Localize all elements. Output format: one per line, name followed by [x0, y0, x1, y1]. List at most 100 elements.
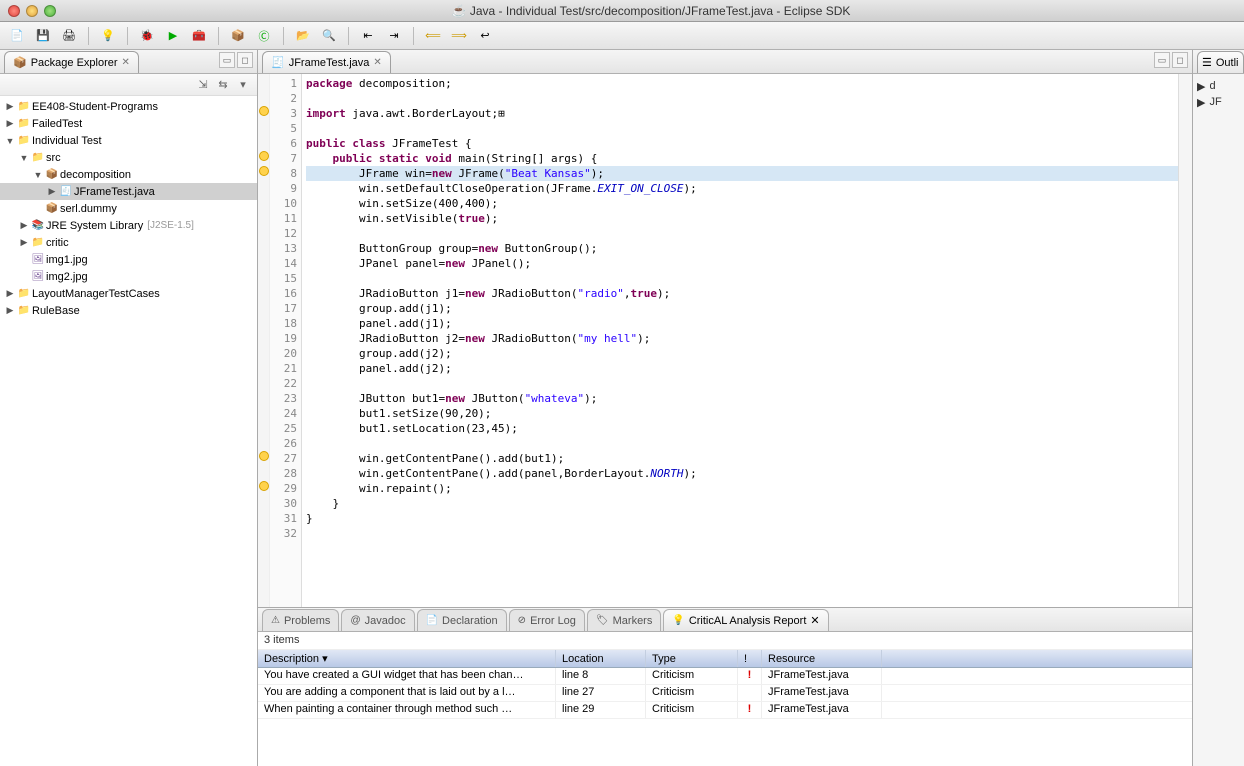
editor-tab[interactable]: 🧾 JFrameTest.java ✕	[262, 51, 391, 73]
code-line[interactable]	[306, 526, 1178, 541]
code-line[interactable]: panel.add(j2);	[306, 361, 1178, 376]
bottom-tab[interactable]: ⊘Error Log	[509, 609, 585, 631]
warning-marker[interactable]	[259, 106, 269, 116]
ext-tools-button[interactable]: 🧰	[188, 26, 210, 46]
annotation-next-button[interactable]: ⇥	[383, 26, 405, 46]
close-icon[interactable]: ✕	[122, 57, 130, 68]
tree-item[interactable]: ▶📁LayoutManagerTestCases	[0, 285, 257, 302]
disclosure-triangle[interactable]: ▼	[18, 153, 30, 163]
bottom-tab[interactable]: 📄Declaration	[417, 609, 507, 631]
disclosure-triangle[interactable]: ▼	[4, 136, 16, 146]
open-type-button[interactable]: 📂	[292, 26, 314, 46]
disclosure-triangle[interactable]: ▼	[32, 170, 44, 180]
disclosure-triangle[interactable]: ▶	[18, 237, 30, 248]
tree-item[interactable]: ▶📁FailedTest	[0, 115, 257, 132]
code-line[interactable]	[306, 226, 1178, 241]
tree-item[interactable]: ▼📁Individual Test	[0, 132, 257, 149]
tree-item[interactable]: ▶📚JRE System Library[J2SE-1.5]	[0, 217, 257, 234]
code-line[interactable]	[306, 91, 1178, 106]
tree-item[interactable]: 🖼img2.jpg	[0, 268, 257, 285]
code-line[interactable]: public class JFrameTest {	[306, 136, 1178, 151]
warning-marker[interactable]	[259, 451, 269, 461]
view-menu-icon[interactable]: ▾	[235, 77, 251, 93]
minimize-editor-button[interactable]: ▭	[1154, 52, 1170, 68]
line-number-gutter[interactable]: 1235678910111213141516171819202122232425…	[270, 74, 302, 607]
code-line[interactable]: import java.awt.BorderLayout;⊞	[306, 106, 1178, 121]
link-editor-icon[interactable]: ⇆	[215, 77, 231, 93]
new-package-button[interactable]: 📦	[227, 26, 249, 46]
bottom-tab[interactable]: 🏷Markers	[587, 609, 661, 631]
code-line[interactable]: but1.setSize(90,20);	[306, 406, 1178, 421]
new-class-button[interactable]: Ⓒ	[253, 26, 275, 46]
package-explorer-tab[interactable]: 📦 Package Explorer ✕	[4, 51, 139, 73]
tree-item[interactable]: ▼📦decomposition	[0, 166, 257, 183]
column-header[interactable]: Resource	[762, 650, 882, 667]
warning-marker[interactable]	[259, 481, 269, 491]
zoom-window-button[interactable]	[44, 5, 56, 17]
disclosure-triangle[interactable]: ▶	[4, 305, 16, 316]
warning-marker[interactable]	[259, 151, 269, 161]
disclosure-triangle[interactable]: ▶	[4, 288, 16, 299]
code-line[interactable]	[306, 376, 1178, 391]
code-line[interactable]	[306, 271, 1178, 286]
debug-button[interactable]: 💡	[97, 26, 119, 46]
disclosure-triangle[interactable]: ▶	[1197, 80, 1205, 93]
last-edit-button[interactable]: ↩	[474, 26, 496, 46]
code-line[interactable]	[306, 121, 1178, 136]
code-line[interactable]: package decomposition;	[306, 76, 1178, 91]
tree-item[interactable]: ▶📁EE408-Student-Programs	[0, 98, 257, 115]
project-tree[interactable]: ▶📁EE408-Student-Programs▶📁FailedTest▼📁In…	[0, 96, 257, 766]
maximize-editor-button[interactable]: ◻	[1172, 52, 1188, 68]
tree-item[interactable]: ▶📁critic	[0, 234, 257, 251]
code-line[interactable]: JRadioButton j1=new JRadioButton("radio"…	[306, 286, 1178, 301]
save-button[interactable]: 💾	[32, 26, 54, 46]
table-row[interactable]: You are adding a component that is laid …	[258, 685, 1192, 702]
code-line[interactable]: public static void main(String[] args) {	[306, 151, 1178, 166]
code-line[interactable]: JButton but1=new JButton("whateva");	[306, 391, 1178, 406]
code-line[interactable]: win.getContentPane().add(but1);	[306, 451, 1178, 466]
bottom-tab[interactable]: ⚠Problems	[262, 609, 339, 631]
minimize-view-button[interactable]: ▭	[219, 52, 235, 68]
close-icon[interactable]: ✕	[810, 614, 819, 627]
disclosure-triangle[interactable]: ▶	[4, 118, 16, 129]
disclosure-triangle[interactable]: ▶	[46, 186, 58, 197]
code-line[interactable]: win.setSize(400,400);	[306, 196, 1178, 211]
code-line[interactable]: win.getContentPane().add(panel,BorderLay…	[306, 466, 1178, 481]
code-line[interactable]: group.add(j2);	[306, 346, 1178, 361]
marker-ruler[interactable]	[258, 74, 270, 607]
annotation-prev-button[interactable]: ⇤	[357, 26, 379, 46]
table-row[interactable]: When painting a container through method…	[258, 702, 1192, 719]
column-header[interactable]: Type	[646, 650, 738, 667]
disclosure-triangle[interactable]: ▶	[1197, 96, 1205, 109]
outline-item[interactable]: ▶d	[1197, 78, 1240, 94]
code-line[interactable]	[306, 436, 1178, 451]
overview-ruler[interactable]	[1178, 74, 1192, 607]
code-line[interactable]: JRadioButton j2=new JRadioButton("my hel…	[306, 331, 1178, 346]
bug-button[interactable]: 🐞	[136, 26, 158, 46]
code-line[interactable]: panel.add(j1);	[306, 316, 1178, 331]
code-line[interactable]: JPanel panel=new JPanel();	[306, 256, 1178, 271]
column-header[interactable]: Location	[556, 650, 646, 667]
tree-item[interactable]: ▶📁RuleBase	[0, 302, 257, 319]
tree-item[interactable]: ▼📁src	[0, 149, 257, 166]
bottom-tab[interactable]: @Javadoc	[341, 609, 414, 631]
collapse-all-icon[interactable]: ⇲	[195, 77, 211, 93]
run-button[interactable]: ▶	[162, 26, 184, 46]
close-icon[interactable]: ✕	[373, 57, 381, 68]
code-line[interactable]: }	[306, 496, 1178, 511]
code-line[interactable]: win.setVisible(true);	[306, 211, 1178, 226]
outline-item[interactable]: ▶JF	[1197, 94, 1240, 110]
minimize-window-button[interactable]	[26, 5, 38, 17]
tree-item[interactable]: 🖼img1.jpg	[0, 251, 257, 268]
back-button[interactable]: ⟸	[422, 26, 444, 46]
code-line[interactable]: win.setDefaultCloseOperation(JFrame.EXIT…	[306, 181, 1178, 196]
table-row[interactable]: You have created a GUI widget that has b…	[258, 668, 1192, 685]
outline-tab[interactable]: ☰ Outli	[1197, 51, 1244, 73]
close-window-button[interactable]	[8, 5, 20, 17]
code-line[interactable]: ButtonGroup group=new ButtonGroup();	[306, 241, 1178, 256]
code-line[interactable]: win.repaint();	[306, 481, 1178, 496]
outline-tree[interactable]: ▶d▶JF	[1193, 74, 1244, 114]
maximize-view-button[interactable]: ◻	[237, 52, 253, 68]
disclosure-triangle[interactable]: ▶	[4, 101, 16, 112]
column-header[interactable]: Description ▾	[258, 650, 556, 667]
